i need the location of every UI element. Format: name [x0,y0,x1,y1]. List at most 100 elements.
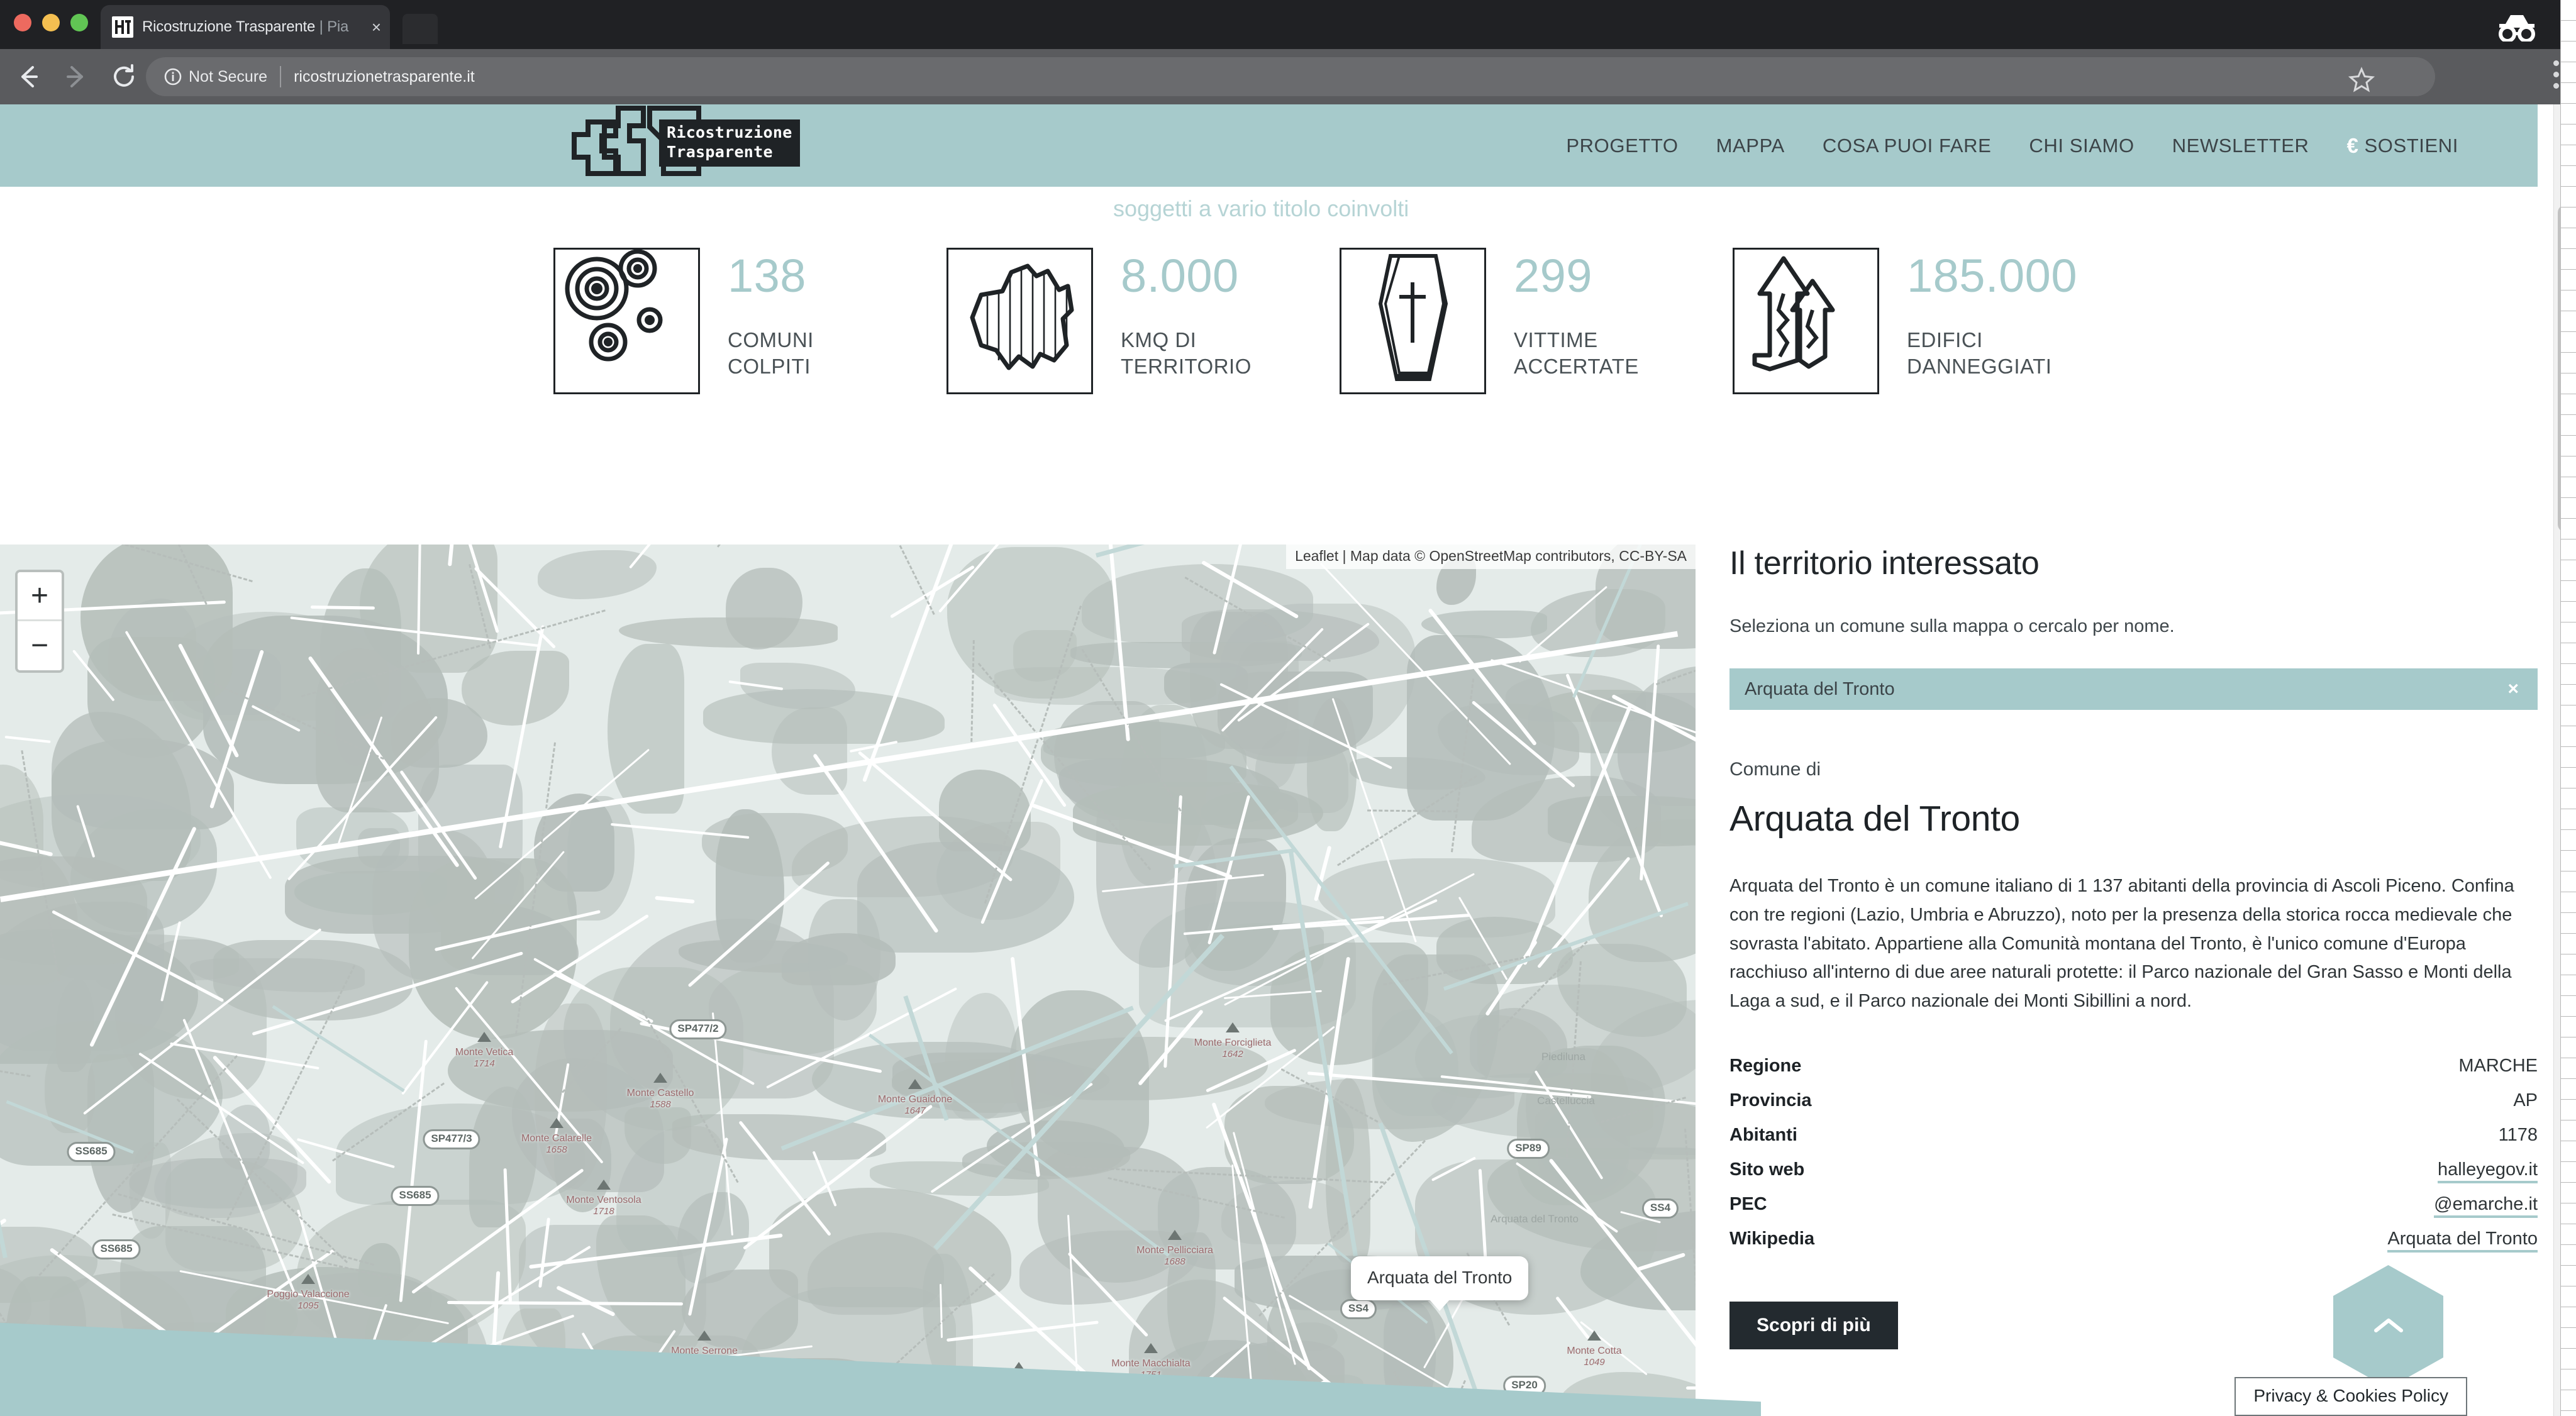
background-window[interactable] [2560,0,2576,1416]
spreadsheet-cell[interactable] [2560,954,2576,975]
window-controls[interactable] [14,14,88,31]
spreadsheet-cell[interactable] [2560,373,2576,394]
spreadsheet-cell[interactable] [2560,498,2576,519]
spreadsheet-cell[interactable] [2560,664,2576,685]
spreadsheet-cell[interactable] [2560,207,2576,228]
spreadsheet-cell[interactable] [2560,311,2576,332]
wikipedia-link[interactable]: Arquata del Tronto [2387,1229,2538,1253]
spreadsheet-cell[interactable] [2560,456,2576,477]
spreadsheet-cell[interactable] [2560,270,2576,290]
spreadsheet-cell[interactable] [2560,83,2576,104]
nav-item-mappa[interactable]: MAPPA [1697,135,1804,157]
spreadsheet-cell[interactable] [2560,560,2576,581]
spreadsheet-cell[interactable] [2560,685,2576,705]
spreadsheet-cell[interactable] [2560,996,2576,1017]
spreadsheet-cell[interactable] [2560,228,2576,249]
spreadsheet-cell[interactable] [2560,62,2576,83]
forward-arrow-icon[interactable] [57,57,96,96]
spreadsheet-cell[interactable] [2560,187,2576,207]
spreadsheet-cell[interactable] [2560,830,2576,851]
spreadsheet-cell[interactable] [2560,394,2576,415]
spreadsheet-cell[interactable] [2560,290,2576,311]
nav-item-chi-siamo[interactable]: CHI SIAMO [2010,135,2153,157]
new-tab-button[interactable] [402,14,438,44]
nav-item-sostieni[interactable]: € SOSTIENI [2328,134,2477,158]
close-icon[interactable]: × [372,18,381,37]
spreadsheet-cell[interactable] [2560,975,2576,996]
spreadsheet-cell[interactable] [2560,622,2576,643]
spreadsheet-cell[interactable] [2560,519,2576,539]
spreadsheet-cell[interactable] [2560,1058,2576,1079]
spreadsheet-cell[interactable] [2560,124,2576,145]
spreadsheet-cell[interactable] [2560,1349,2576,1369]
site-logo[interactable]: Ricostruzione Trasparente [569,104,871,187]
spreadsheet-cell[interactable] [2560,1266,2576,1286]
spreadsheet-cell[interactable] [2560,0,2576,21]
map-attribution[interactable]: Leaflet | Map data © OpenStreetMap contr… [1286,545,1696,569]
kebab-menu-icon[interactable] [2552,60,2560,93]
reload-icon[interactable] [104,57,143,96]
zoom-out-button[interactable]: − [18,621,62,670]
spreadsheet-cell[interactable] [2560,436,2576,456]
zoom-in-button[interactable]: + [18,572,62,621]
spreadsheet-cell[interactable] [2560,934,2576,954]
spreadsheet-cell[interactable] [2560,1141,2576,1162]
nav-item-newsletter[interactable]: NEWSLETTER [2153,135,2328,157]
spreadsheet-cell[interactable] [2560,871,2576,892]
spreadsheet-cell[interactable] [2560,851,2576,871]
address-bar[interactable]: Not Secure ricostruzionetrasparente.it [146,57,2435,96]
spreadsheet-cell[interactable] [2560,1162,2576,1183]
security-indicator[interactable]: Not Secure [164,67,267,86]
minimize-window-button[interactable] [42,14,60,31]
spreadsheet-cell[interactable] [2560,539,2576,560]
map-container[interactable]: Monte Vetica 1714 Monte Castello 1588 Monte … [0,545,1696,1416]
spreadsheet-cell[interactable] [2560,1369,2576,1390]
spreadsheet-cell[interactable] [2560,1183,2576,1203]
star-icon[interactable] [2348,66,2375,92]
spreadsheet-cell[interactable] [2560,768,2576,788]
spreadsheet-cell[interactable] [2560,1037,2576,1058]
spreadsheet-cell[interactable] [2560,1411,2576,1416]
spreadsheet-cell[interactable] [2560,1245,2576,1266]
spreadsheet-cell[interactable] [2560,705,2576,726]
spreadsheet-cell[interactable] [2560,726,2576,747]
spreadsheet-cell[interactable] [2560,581,2576,602]
spreadsheet-cell[interactable] [2560,788,2576,809]
spreadsheet-cell[interactable] [2560,166,2576,187]
spreadsheet-cell[interactable] [2560,249,2576,270]
close-window-button[interactable] [14,14,31,31]
comune-search-box[interactable]: × [1729,668,2538,710]
spreadsheet-cell[interactable] [2560,1307,2576,1328]
scopri-di-piu-button[interactable]: Scopri di più [1729,1302,1898,1350]
map-zoom-controls[interactable]: + − [15,570,64,673]
browser-tab[interactable]: Ricostruzione Trasparente | Pia × [101,5,390,49]
pec-link[interactable]: @emarche.it [2434,1194,2538,1219]
nav-item-progetto[interactable]: PROGETTO [1547,135,1697,157]
spreadsheet-cell[interactable] [2560,332,2576,353]
spreadsheet-cell[interactable] [2560,1328,2576,1349]
spreadsheet-cell[interactable] [2560,643,2576,664]
spreadsheet-cell[interactable] [2560,1224,2576,1245]
spreadsheet-cell[interactable] [2560,1079,2576,1100]
spreadsheet-cell[interactable] [2560,353,2576,373]
spreadsheet-cell[interactable] [2560,809,2576,830]
spreadsheet-cell[interactable] [2560,1390,2576,1411]
spreadsheet-cell[interactable] [2560,104,2576,124]
spreadsheet-cell[interactable] [2560,1017,2576,1037]
nav-item-cosa-puoi-fare[interactable]: COSA PUOI FARE [1804,135,2011,157]
back-arrow-icon[interactable] [9,57,48,96]
spreadsheet-cell[interactable] [2560,1100,2576,1120]
spreadsheet-cell[interactable] [2560,747,2576,768]
spreadsheet-cell[interactable] [2560,602,2576,622]
spreadsheet-cell[interactable] [2560,415,2576,436]
spreadsheet-cell[interactable] [2560,913,2576,934]
comune-search-input[interactable] [1745,678,2504,700]
spreadsheet-cell[interactable] [2560,1286,2576,1307]
spreadsheet-cell[interactable] [2560,1203,2576,1224]
maximize-window-button[interactable] [70,14,88,31]
spreadsheet-cell[interactable] [2560,892,2576,913]
spreadsheet-cell[interactable] [2560,477,2576,498]
spreadsheet-cell[interactable] [2560,21,2576,41]
clear-icon[interactable]: × [2504,678,2523,700]
privacy-cookies-bar[interactable]: Privacy & Cookies Policy [2235,1377,2467,1416]
